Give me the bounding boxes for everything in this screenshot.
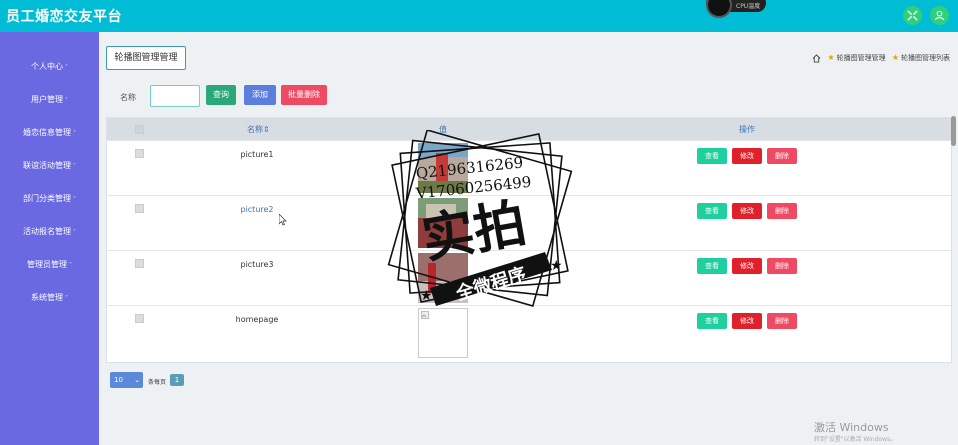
edit-button[interactable]: 修改 xyxy=(732,148,762,164)
gauge-icon xyxy=(706,0,732,18)
windows-activation-title: 激活 Windows xyxy=(814,421,889,434)
chevron-down-icon: ˅ xyxy=(73,163,76,170)
column-header-name[interactable]: 名称⇕ xyxy=(247,124,270,135)
chevron-down-icon: ˅ xyxy=(65,97,68,104)
delete-button[interactable]: 删除 xyxy=(767,258,797,274)
sidebar-item-admins[interactable]: 管理员管理 ˅ xyxy=(0,259,99,270)
chevron-down-icon: ˅ xyxy=(73,196,76,203)
view-button[interactable]: 查看 xyxy=(697,313,727,329)
sidebar-item-event-signups[interactable]: 活动报名管理 ˅ xyxy=(0,226,99,237)
row-checkbox[interactable] xyxy=(135,259,144,268)
sidebar-item-system[interactable]: 系统管理 ˅ xyxy=(0,292,99,303)
delete-button[interactable]: 删除 xyxy=(767,313,797,329)
row-checkbox[interactable] xyxy=(135,314,144,323)
fullscreen-button[interactable] xyxy=(903,6,922,25)
user-icon xyxy=(934,10,945,21)
page-size-value: 10 xyxy=(114,376,123,384)
sort-icon: ⇕ xyxy=(263,125,270,134)
add-button[interactable]: 添加 xyxy=(244,85,276,105)
sidebar: 个人中心 ˅ 用户管理 ˅ 婚恋信息管理 ˅ 联谊活动管理 ˅ 部门分类管理 ˅ 活动报名… xyxy=(0,32,99,445)
search-label: 名称 xyxy=(120,93,136,102)
row-name: picture2 xyxy=(240,205,274,214)
delete-button[interactable]: 删除 xyxy=(767,203,797,219)
view-button[interactable]: 查看 xyxy=(697,203,727,219)
row-checkbox[interactable] xyxy=(135,204,144,213)
row-name: picture1 xyxy=(240,150,274,159)
chevron-down-icon: ˅ xyxy=(65,64,68,71)
breadcrumb-item: 轮播图管理列表 xyxy=(901,54,950,62)
edit-button[interactable]: 修改 xyxy=(732,203,762,219)
table-row: homepage 查看 修改 删除 xyxy=(107,305,951,361)
per-page-label: 条每页 xyxy=(148,379,167,386)
star-icon: ★ xyxy=(827,53,835,62)
star-icon: ★ xyxy=(420,288,433,304)
mouse-cursor-icon xyxy=(279,214,287,226)
sidebar-item-label: 个人中心 xyxy=(31,62,63,71)
watermark-stamp: Q2196316269 V17060256499 实拍 全微程序 ★ ★ xyxy=(370,129,585,310)
sidebar-item-personal-center[interactable]: 个人中心 ˅ xyxy=(0,61,99,72)
page-size-select[interactable]: 10 ⌄ xyxy=(110,372,143,388)
sidebar-item-users[interactable]: 用户管理 ˅ xyxy=(0,94,99,105)
watermark-big-text: 实拍 xyxy=(418,193,531,270)
row-name: picture3 xyxy=(240,260,274,269)
chevron-down-icon: ⌄ xyxy=(134,376,140,384)
row-name: homepage xyxy=(235,315,279,324)
star-icon: ★ xyxy=(550,258,563,274)
sidebar-item-social-events[interactable]: 联谊活动管理 ˅ xyxy=(0,160,99,171)
select-all-checkbox[interactable] xyxy=(135,125,144,134)
sidebar-item-label: 活动报名管理 xyxy=(23,227,71,236)
view-button[interactable]: 查看 xyxy=(697,148,727,164)
cpu-temperature-widget: CPU温度 xyxy=(706,0,766,18)
edit-button[interactable]: 修改 xyxy=(732,258,762,274)
page-number-button[interactable]: 1 xyxy=(170,374,184,386)
sidebar-item-departments[interactable]: 部门分类管理 ˅ xyxy=(0,193,99,204)
star-icon: ★ xyxy=(891,53,899,62)
cpu-widget-label: CPU温度 xyxy=(736,3,761,10)
sidebar-item-label: 管理员管理 xyxy=(27,260,67,269)
sidebar-item-label: 系统管理 xyxy=(31,293,63,302)
breadcrumb-item[interactable]: 轮播图管理管理 xyxy=(837,54,886,62)
chevron-down-icon: ˅ xyxy=(73,130,76,137)
edit-button[interactable]: 修改 xyxy=(732,313,762,329)
header-label: 名称 xyxy=(247,125,263,134)
sidebar-item-marriage-info[interactable]: 婚恋信息管理 ˅ xyxy=(0,127,99,138)
view-button[interactable]: 查看 xyxy=(697,258,727,274)
chevron-down-icon: ˅ xyxy=(65,295,68,302)
column-header-actions: 操作 xyxy=(739,125,755,134)
batch-delete-button[interactable]: 批量删除 xyxy=(281,85,327,105)
home-icon xyxy=(812,53,821,63)
broken-image-icon xyxy=(421,311,429,319)
page-title-tab[interactable]: 轮播图管理管理 xyxy=(106,46,186,70)
chevron-down-icon: ˅ xyxy=(69,262,72,269)
sidebar-item-label: 婚恋信息管理 xyxy=(23,128,71,137)
vertical-scrollbar[interactable] xyxy=(951,116,956,146)
sidebar-item-label: 部门分类管理 xyxy=(23,194,71,203)
shrink-icon xyxy=(907,10,918,21)
sidebar-item-label: 联谊活动管理 xyxy=(23,161,71,170)
watermark-stamp-graphic: Q2196316269 V17060256499 实拍 全微程序 ★ ★ xyxy=(387,129,573,307)
sidebar-item-label: 用户管理 xyxy=(31,95,63,104)
windows-activation-hint: 转到"设置"以激活 Windows。 xyxy=(814,436,897,443)
query-button[interactable]: 查询 xyxy=(206,85,236,105)
top-bar: 员工婚恋交友平台 CPU温度 xyxy=(0,0,958,32)
row-checkbox[interactable] xyxy=(135,149,144,158)
name-search-input[interactable] xyxy=(150,85,200,107)
breadcrumb: ★ 轮播图管理管理 ★ 轮播图管理列表 xyxy=(812,53,950,63)
chevron-down-icon: ˅ xyxy=(73,229,76,236)
app-title: 员工婚恋交友平台 xyxy=(6,9,122,25)
delete-button[interactable]: 删除 xyxy=(767,148,797,164)
row-image-thumbnail[interactable] xyxy=(418,308,468,358)
user-menu-button[interactable] xyxy=(930,6,949,25)
